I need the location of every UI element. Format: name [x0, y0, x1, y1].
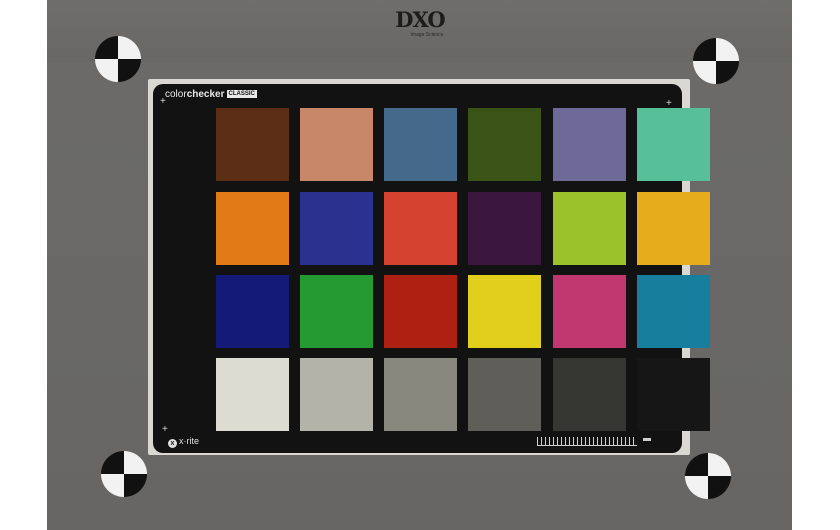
color-patch	[468, 358, 541, 431]
color-patch	[216, 275, 289, 348]
corner-cross-icon: +	[160, 96, 166, 107]
color-patch	[384, 358, 457, 431]
color-patch	[384, 192, 457, 265]
color-patch	[300, 275, 373, 348]
color-patch	[553, 358, 626, 431]
color-patch	[384, 108, 457, 181]
brand-bold-text: checker	[186, 89, 225, 100]
color-patch	[468, 275, 541, 348]
color-patch	[553, 108, 626, 181]
xrite-text: x·rite	[179, 436, 199, 446]
color-patch	[300, 358, 373, 431]
color-patch	[468, 192, 541, 265]
color-patch	[300, 108, 373, 181]
scale-ruler	[537, 437, 637, 446]
registration-target-bottom-left	[101, 451, 147, 497]
xrite-icon: x	[168, 439, 177, 448]
photo-backdrop: DXO Image Science colorchecker CLASSIC + …	[47, 0, 792, 530]
color-patch	[216, 192, 289, 265]
brand-light-text: color	[165, 89, 187, 100]
registration-target-top-right	[693, 38, 739, 84]
dxo-logo: DXO Image Science	[394, 7, 446, 39]
colorchecker-chart: colorcheckerCLASSIC + + + + xx·rite	[153, 84, 710, 453]
dxo-logo-mark: DXO	[395, 7, 445, 32]
color-patch	[468, 108, 541, 181]
edition-badge: CLASSIC	[226, 90, 257, 98]
color-patch	[300, 192, 373, 265]
dxo-logo-subtext: Image Science	[410, 32, 444, 38]
corner-cross-icon: +	[162, 424, 168, 435]
color-patch	[553, 275, 626, 348]
color-patch	[637, 192, 710, 265]
registration-target-top-left	[95, 36, 141, 82]
scale-ruler-tag	[643, 438, 651, 441]
chart-brand-label: colorchecker CLASSIC	[165, 89, 257, 100]
xrite-logo: x x·rite	[168, 436, 199, 448]
color-patch	[637, 275, 710, 348]
color-patch	[216, 358, 289, 431]
color-patch	[553, 192, 626, 265]
color-patch	[637, 358, 710, 431]
color-patch	[637, 108, 710, 181]
color-patch	[384, 275, 457, 348]
color-patch	[216, 108, 289, 181]
registration-target-bottom-right	[685, 453, 731, 499]
